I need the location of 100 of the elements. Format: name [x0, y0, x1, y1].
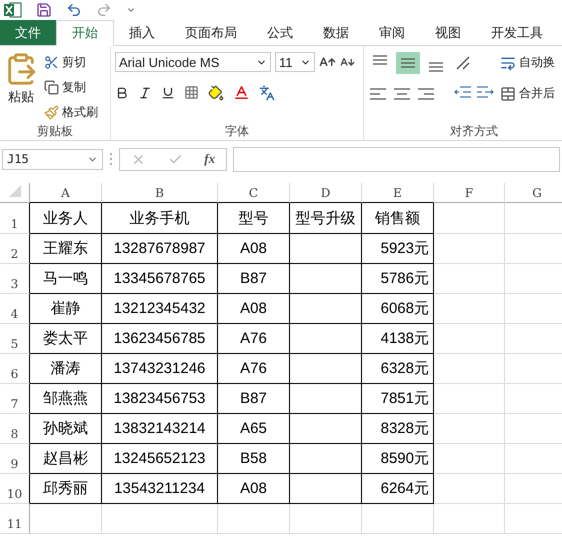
copy-button[interactable]: 复制: [44, 77, 98, 98]
font-name-field[interactable]: Arial Unicode MS: [115, 52, 271, 72]
table-cell: A76: [218, 354, 290, 384]
fill-color-icon[interactable]: [208, 84, 224, 100]
ribbon-tab[interactable]: 审阅: [364, 20, 420, 45]
table-cell: A08: [218, 234, 290, 264]
excel-logo-icon: [4, 2, 22, 18]
table-cell: 6068元: [362, 294, 434, 324]
column-header[interactable]: E: [362, 183, 434, 203]
font-size-field[interactable]: 11: [275, 52, 315, 72]
column-header[interactable]: A: [30, 183, 102, 203]
merge-center-button[interactable]: 合并后: [500, 83, 555, 104]
table-cell: 13623456785: [102, 324, 218, 354]
table-cell: A76: [218, 324, 290, 354]
font-color-icon[interactable]: [233, 84, 250, 101]
table-cell: 邹燕燕: [30, 384, 102, 414]
table-cell: 6264元: [362, 474, 434, 504]
ribbon-tab[interactable]: 文件: [0, 20, 56, 45]
row-header[interactable]: 5: [0, 324, 30, 354]
table-cell: 邱秀丽: [30, 474, 102, 504]
italic-icon[interactable]: [138, 86, 152, 100]
row-header[interactable]: 2: [0, 234, 30, 264]
table-cell: B58: [218, 444, 290, 474]
group-title: 对齐方式: [449, 122, 499, 140]
ribbon-tab[interactable]: 视图: [420, 20, 476, 45]
table-cell: A08: [218, 294, 290, 324]
table-cell: 孙晓斌: [30, 414, 102, 444]
table-cell: 5786元: [362, 264, 434, 294]
table-cell: 13287678987: [102, 234, 218, 264]
phonetic-icon[interactable]: [259, 84, 275, 100]
table-cell: 13543211234: [102, 474, 218, 504]
column-header[interactable]: B: [102, 183, 218, 203]
row-header[interactable]: 9: [0, 444, 30, 474]
paste-button[interactable]: 粘贴: [4, 52, 38, 123]
table-cell: 赵昌彬: [30, 444, 102, 474]
wrap-text-button[interactable]: 自动换: [500, 52, 555, 73]
column-header[interactable]: C: [218, 183, 290, 203]
row-header[interactable]: 3: [0, 264, 30, 294]
table-cell: 马一鸣: [30, 264, 102, 294]
table-cell: 销售额: [362, 203, 434, 234]
formula-input[interactable]: [233, 146, 560, 172]
undo-icon[interactable]: [66, 2, 82, 18]
table-cell: 业务人: [30, 203, 102, 234]
table-cell: 13245652123: [102, 444, 218, 474]
underline-icon[interactable]: [161, 86, 175, 100]
scissors-icon: [44, 55, 59, 70]
table-cell: 4138元: [362, 324, 434, 354]
table-cell: 13823456753: [102, 384, 218, 414]
table-cell: 型号升级: [290, 203, 362, 234]
borders-icon[interactable]: [184, 85, 199, 100]
row-header[interactable]: 1: [0, 203, 30, 234]
table-cell: 业务手机: [102, 203, 218, 234]
increase-indent-icon[interactable]: [476, 84, 494, 100]
table-cell: A65: [218, 414, 290, 444]
row-header[interactable]: 8: [0, 414, 30, 444]
copy-icon: [44, 80, 59, 95]
table-cell: 13743231246: [102, 354, 218, 384]
table-cell: 型号: [218, 203, 290, 234]
group-title: 字体: [224, 122, 250, 140]
column-header[interactable]: F: [434, 183, 505, 203]
save-icon[interactable]: [36, 2, 52, 18]
table-cell: 8590元: [362, 444, 434, 474]
row-header[interactable]: 7: [0, 384, 30, 414]
more-dots-icon: [109, 152, 113, 166]
table-cell: B87: [218, 384, 290, 414]
row-header[interactable]: 4: [0, 294, 30, 324]
format-painter-button[interactable]: 格式刷: [44, 102, 98, 123]
ribbon-tab[interactable]: 插入: [114, 20, 170, 45]
table-cell: 崔静: [30, 294, 102, 324]
insert-function-button[interactable]: fx: [204, 151, 216, 167]
column-header[interactable]: D: [290, 183, 362, 203]
ribbon-tab[interactable]: 公式: [252, 20, 308, 45]
ribbon-tab[interactable]: 数据: [308, 20, 364, 45]
group-title: 剪贴板: [36, 123, 74, 140]
row-header[interactable]: 10: [0, 474, 30, 504]
table-cell: 娄太平: [30, 324, 102, 354]
row-header[interactable]: 11: [0, 504, 30, 534]
table-cell: 6328元: [362, 354, 434, 384]
ribbon-tab[interactable]: 开发工具: [476, 20, 558, 45]
decrease-indent-icon[interactable]: [454, 84, 472, 100]
ribbon-tab[interactable]: 页面布局: [170, 20, 252, 45]
bold-icon[interactable]: [115, 86, 129, 100]
table-cell: 5923元: [362, 234, 434, 264]
merge-cells-icon: [500, 86, 516, 102]
table-cell: 王耀东: [30, 234, 102, 264]
paintbrush-icon: [44, 105, 59, 120]
orientation-icon[interactable]: [454, 54, 472, 72]
cut-button[interactable]: 剪切: [44, 52, 98, 73]
table-cell: 8328元: [362, 414, 434, 444]
table-cell: B87: [218, 264, 290, 294]
name-box[interactable]: J15: [2, 148, 103, 170]
table-cell: 13212345432: [102, 294, 218, 324]
table-cell: 7851元: [362, 384, 434, 414]
wrap-text-icon: [500, 54, 516, 70]
row-header[interactable]: 6: [0, 354, 30, 384]
table-cell: A08: [218, 474, 290, 504]
table-cell: 13345678765: [102, 264, 218, 294]
table-cell: 13832143214: [102, 414, 218, 444]
table-cell: 潘涛: [30, 354, 102, 384]
ribbon-tab[interactable]: 开始: [56, 20, 114, 46]
